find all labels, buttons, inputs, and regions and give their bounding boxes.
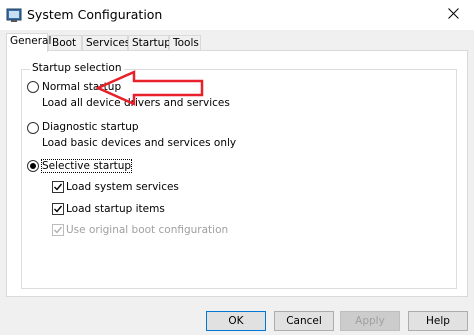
system-config-icon [6, 7, 22, 23]
selective-startup-label[interactable]: Selective startup [40, 159, 133, 173]
load-startup-items-checkbox[interactable] [52, 203, 64, 215]
apply-button: Apply [340, 311, 400, 331]
tab-services[interactable]: Services [82, 35, 130, 50]
selective-startup-radio[interactable] [27, 160, 39, 172]
normal-startup-radio[interactable] [27, 81, 39, 93]
diagnostic-startup-label[interactable]: Diagnostic startup [42, 121, 139, 133]
load-startup-items-label[interactable]: Load startup items [66, 203, 165, 215]
close-icon [447, 8, 459, 22]
checkmark-icon [54, 183, 63, 191]
load-system-services-checkbox[interactable] [52, 181, 64, 193]
close-button[interactable] [432, 0, 474, 30]
system-configuration-window: System Configuration General Boot Servic… [0, 0, 474, 335]
dialog-button-bar: OK Cancel Apply Help [0, 297, 474, 335]
diagnostic-startup-radio[interactable] [27, 122, 39, 134]
tab-tools[interactable]: Tools [169, 35, 201, 50]
window-title: System Configuration [27, 7, 163, 22]
checkmark-icon [54, 205, 63, 213]
cancel-button[interactable]: Cancel [274, 311, 334, 331]
ok-button[interactable]: OK [206, 311, 266, 331]
tab-startup[interactable]: Startup [128, 35, 171, 50]
title-bar: System Configuration [0, 0, 474, 30]
checkmark-icon [54, 226, 63, 234]
help-button[interactable]: Help [408, 311, 468, 331]
use-original-boot-config-label: Use original boot configuration [66, 224, 229, 236]
red-arrow-annotation [94, 70, 204, 106]
tab-general[interactable]: General [6, 33, 51, 52]
diagnostic-startup-description: Load basic devices and services only [42, 137, 237, 149]
tab-boot[interactable]: Boot [48, 35, 82, 50]
load-system-services-label[interactable]: Load system services [66, 181, 179, 193]
use-original-boot-config-checkbox [52, 224, 64, 236]
